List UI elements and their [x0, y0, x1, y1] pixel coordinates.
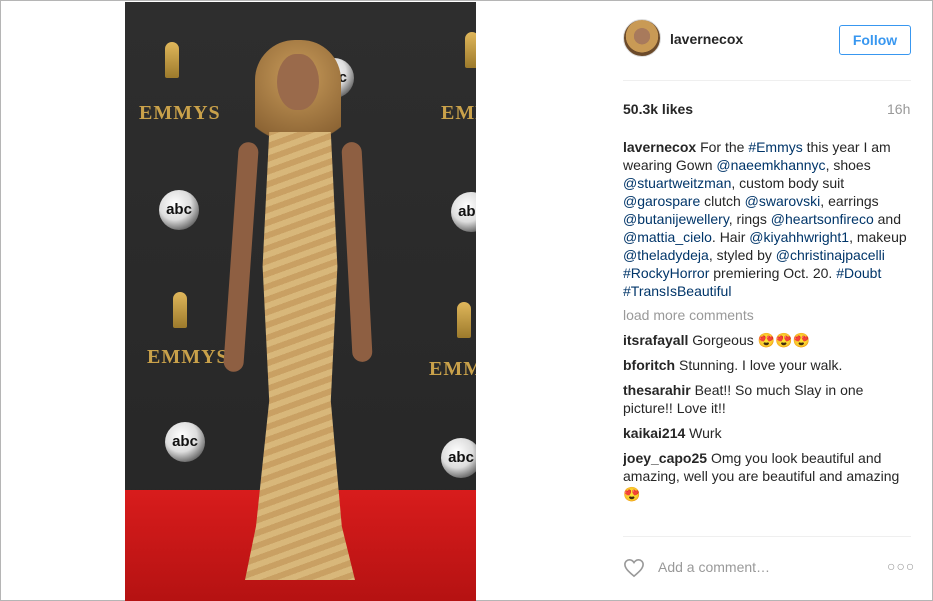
caption-tag-link[interactable]: #Doubt — [836, 265, 881, 281]
comment-items: itsrafayall Gorgeous 😍😍😍 bforitch Stunnin… — [623, 331, 913, 503]
comment-text: Wurk — [685, 425, 722, 441]
follow-button[interactable]: Follow — [839, 25, 911, 55]
emmy-statue-logo — [457, 302, 471, 338]
more-options-icon[interactable]: ○○○ — [887, 558, 915, 574]
emmys-logo-text: EMMYS — [441, 102, 476, 124]
face — [277, 54, 319, 110]
post-details-pane: lavernecox Follow 50.3k likes 16h lavern… — [477, 2, 933, 601]
caption-tag-link[interactable]: #RockyHorror — [623, 265, 709, 281]
post-header: lavernecox Follow — [477, 2, 933, 80]
abc-logo: abc — [159, 190, 199, 230]
comment-bar: Add a comment… ○○○ — [623, 554, 914, 584]
comment-text: Gorgeous 😍😍😍 — [688, 332, 810, 348]
emmy-statue-logo — [465, 32, 476, 68]
abc-logo: abc — [165, 422, 205, 462]
caption-tag-link[interactable]: @naeemkhannyc — [716, 157, 825, 173]
caption-tag-link[interactable]: @heartsonfireco — [771, 211, 874, 227]
emmys-logo-text: EMMYS — [147, 346, 229, 368]
comments-list[interactable]: lavernecox For the #Emmys this year I am… — [623, 138, 913, 536]
caption-text: , makeup — [849, 229, 907, 245]
emmy-statue-logo — [173, 292, 187, 328]
right-arm — [341, 141, 373, 363]
caption-text: , rings — [728, 211, 771, 227]
emmy-statue-logo — [165, 42, 179, 78]
abc-logo: abc — [441, 438, 476, 478]
divider — [623, 80, 911, 81]
comment-item: kaikai214 Wurk — [623, 424, 913, 442]
caption-tag-link[interactable]: @garospare — [623, 193, 700, 209]
caption-text: , earrings — [820, 193, 879, 209]
caption-text: premiering Oct. 20. — [709, 265, 837, 281]
caption-tag-link[interactable]: #TransIsBeautiful — [623, 283, 731, 299]
comment-username[interactable]: joey_capo25 — [623, 450, 707, 466]
load-more-comments-link[interactable]: load more comments — [623, 306, 913, 324]
post-photo[interactable]: EMMYS abc EMMYS abc abc EMMYS abc EMMYS … — [125, 2, 476, 601]
add-comment-input[interactable]: Add a comment… — [658, 559, 770, 575]
comment-item: thesarahir Beat!! So much Slay in one pi… — [623, 381, 913, 417]
comment-username[interactable]: itsrafayall — [623, 332, 688, 348]
caption-tag-link[interactable]: @theladydeja — [623, 247, 709, 263]
gold-gown — [245, 132, 355, 580]
comment-username[interactable]: bforitch — [623, 357, 675, 373]
caption-tag-link[interactable]: @mattia_cielo — [623, 229, 712, 245]
comment-item: itsrafayall Gorgeous 😍😍😍 — [623, 331, 913, 349]
post-dialog: EMMYS abc EMMYS abc abc EMMYS abc EMMYS … — [0, 0, 933, 601]
comment-item: bforitch Stunning. I love your walk. — [623, 356, 913, 374]
caption-text: and — [873, 211, 901, 227]
left-arm — [223, 141, 259, 373]
heart-icon[interactable] — [623, 558, 645, 578]
comment-item: joey_capo25 Omg you look beautiful and a… — [623, 449, 913, 503]
likes-count[interactable]: 50.3k likes — [623, 101, 693, 117]
person-figure — [223, 32, 375, 580]
caption-tag-link[interactable]: #Emmys — [748, 139, 802, 155]
caption-text: clutch — [700, 193, 745, 209]
avatar[interactable] — [623, 19, 661, 57]
comment-text: Stunning. I love your walk. — [675, 357, 843, 373]
post-caption: lavernecox For the #Emmys this year I am… — [623, 138, 913, 300]
caption-username[interactable]: lavernecox — [623, 139, 696, 155]
comment-username[interactable]: thesarahir — [623, 382, 691, 398]
caption-text: , custom body suit — [731, 175, 845, 191]
caption-tag-link[interactable]: @stuartweitzman — [623, 175, 731, 191]
caption-tag-link[interactable]: @butanijewellery — [623, 211, 729, 227]
username-link[interactable]: lavernecox — [670, 31, 743, 47]
caption-tag-link[interactable]: @christinajpacelli — [776, 247, 885, 263]
caption-text: , styled by — [708, 247, 776, 263]
emmys-logo-text: EMMYS — [139, 102, 221, 124]
caption-text: , shoes — [825, 157, 871, 173]
caption-text: For the — [700, 139, 749, 155]
post-timestamp[interactable]: 16h — [887, 101, 910, 117]
divider — [623, 536, 911, 537]
emmys-logo-text: EMMYS — [429, 358, 476, 380]
caption-tag-link[interactable]: @swarovski — [745, 193, 821, 209]
caption-text: . Hair — [711, 229, 750, 245]
caption-tag-link[interactable]: @kiyahhwright1 — [749, 229, 849, 245]
comment-username[interactable]: kaikai214 — [623, 425, 685, 441]
